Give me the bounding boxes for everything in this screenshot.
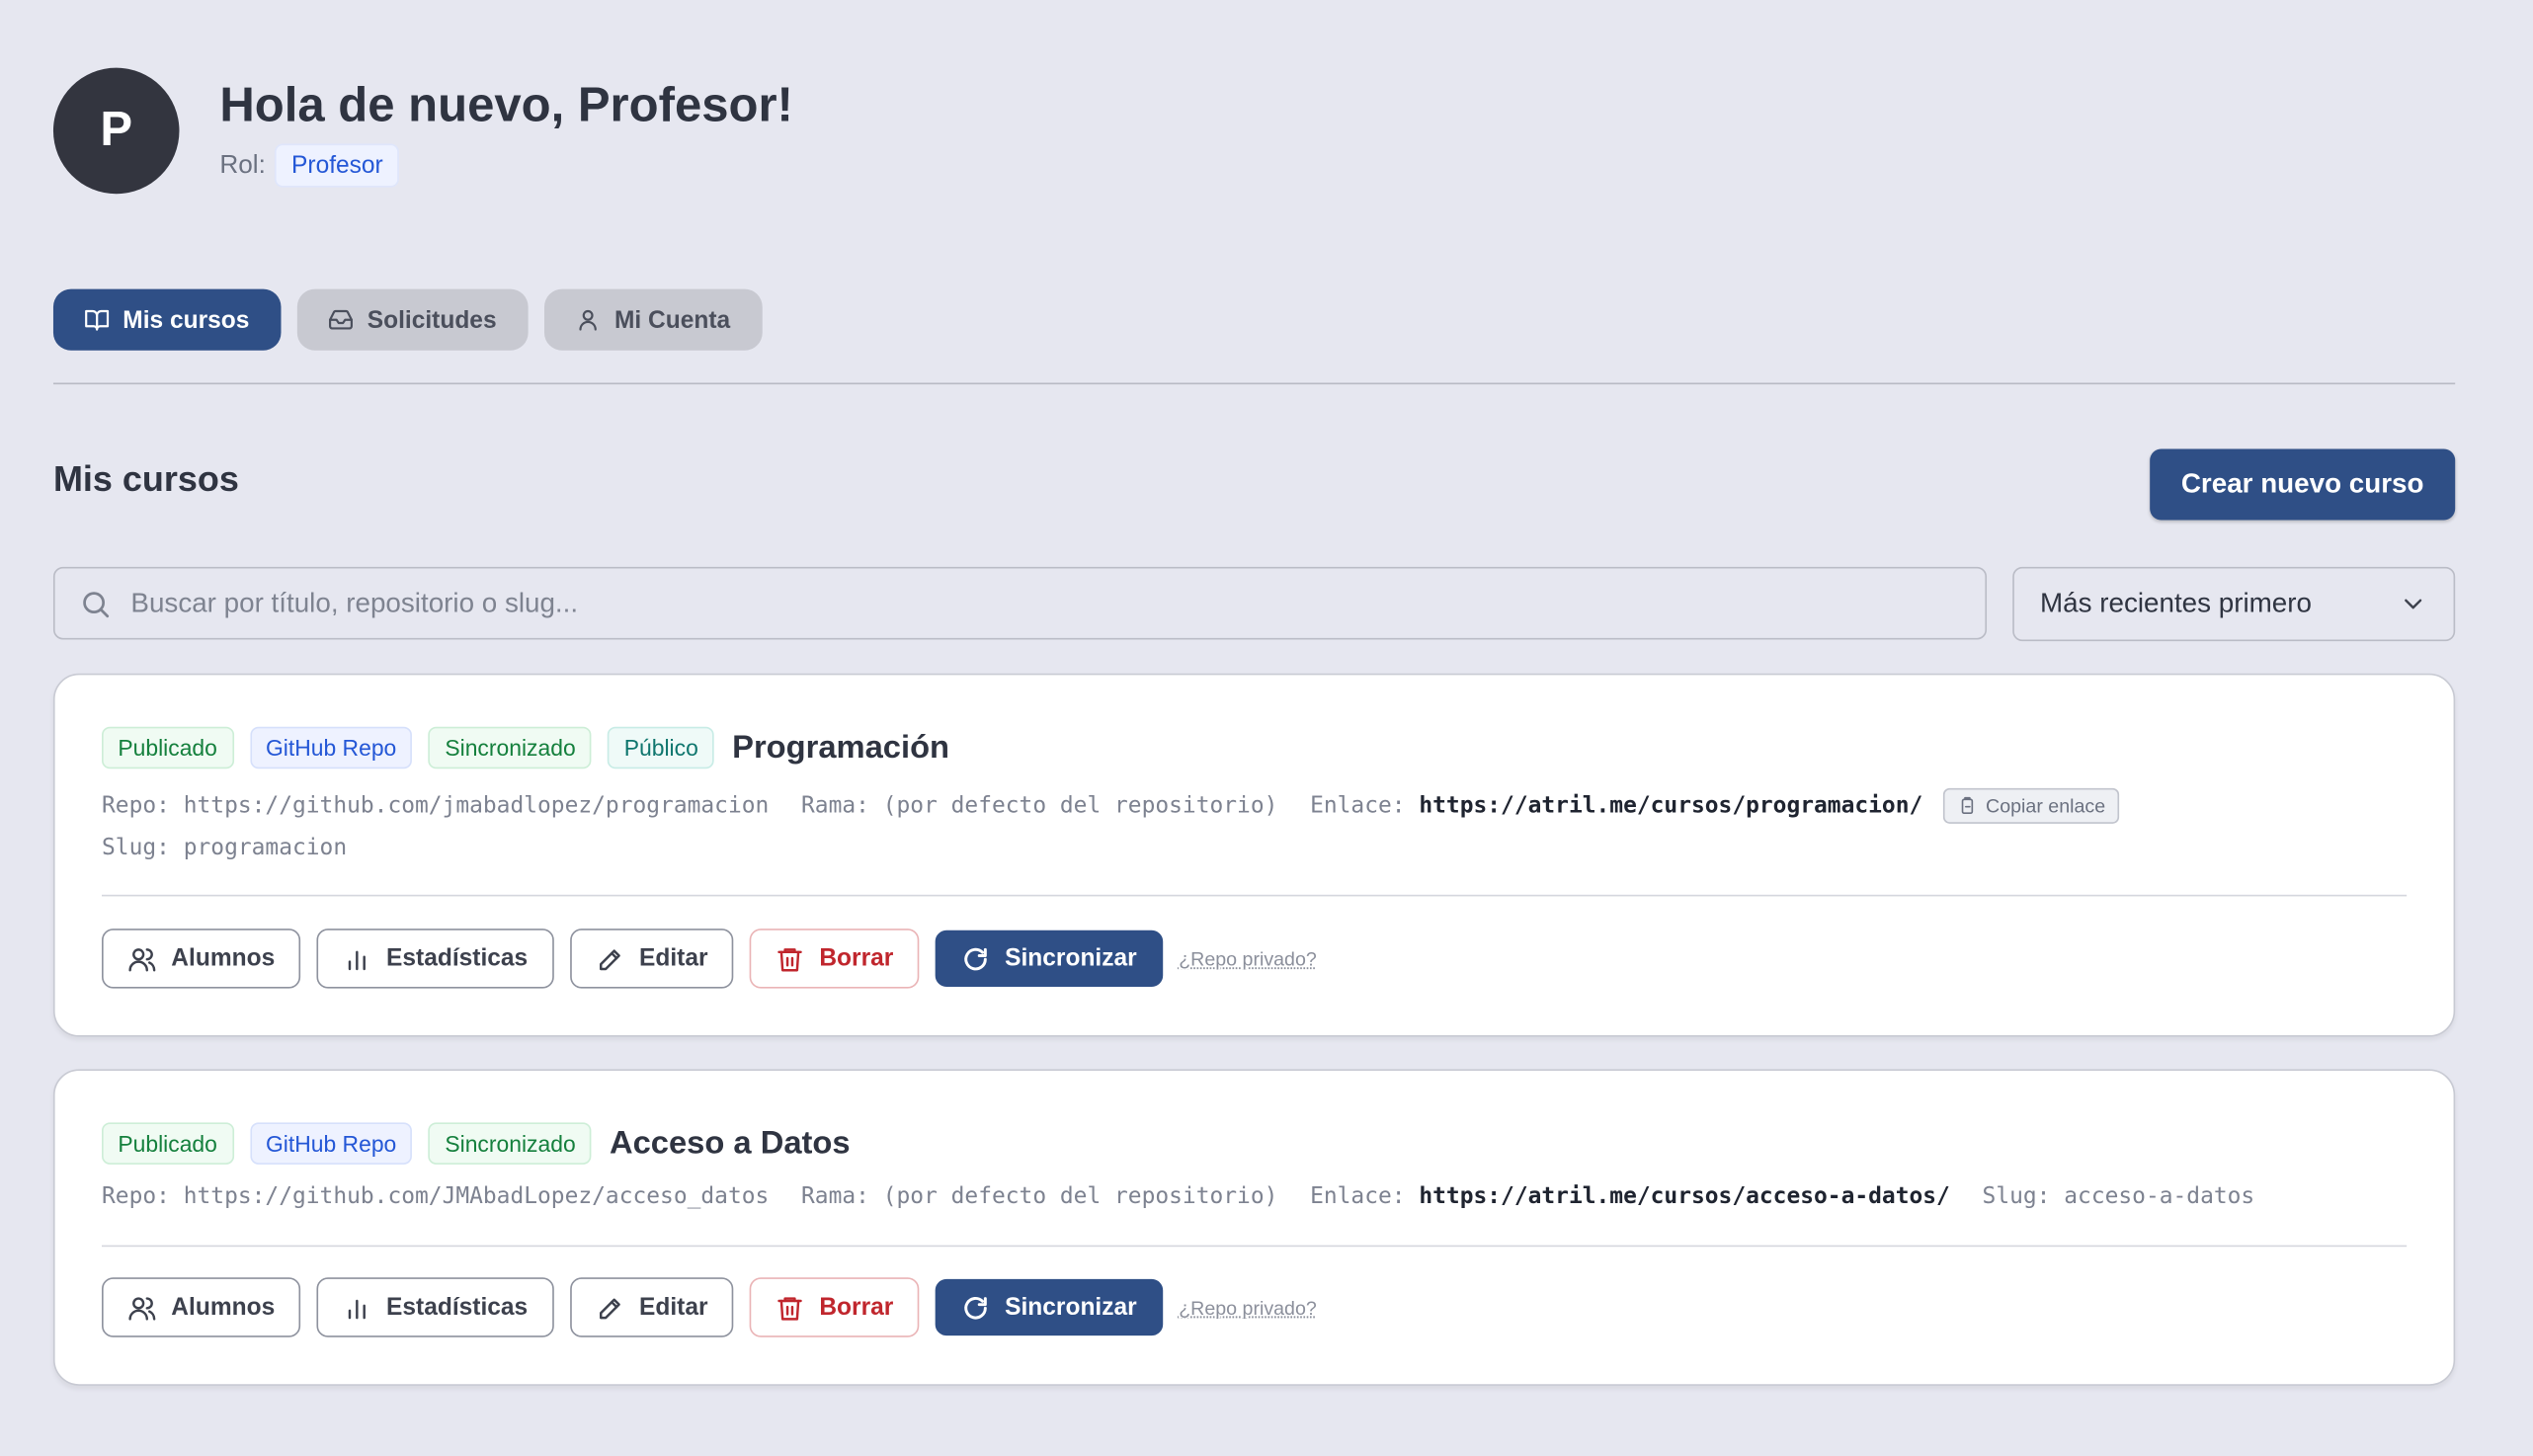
book-open-icon [85, 309, 110, 331]
users-icon [128, 1296, 156, 1320]
link-info: Enlace: https://atril.me/cursos/programa… [1310, 792, 1923, 819]
clipboard-icon [1962, 796, 1974, 815]
delete-button[interactable]: Borrar [750, 1277, 920, 1337]
repo-info: Repo: https://github.com/jmabadlopez/pro… [102, 792, 770, 819]
students-button[interactable]: Alumnos [102, 929, 301, 989]
link-info: Enlace: https://atril.me/cursos/acceso-a… [1310, 1183, 1950, 1210]
create-course-button[interactable]: Crear nuevo curso [2150, 448, 2456, 521]
avatar: P [52, 67, 180, 195]
course-link[interactable]: https://atril.me/cursos/programacion/ [1419, 793, 1922, 819]
course-meta: Repo: https://github.com/jmabadlopez/pro… [102, 787, 2120, 824]
search-icon [83, 591, 110, 617]
course-card-header: Publicado GitHub Repo Sincronizado Acces… [102, 1122, 851, 1165]
bar-chart-icon [349, 1298, 367, 1319]
students-button[interactable]: Alumnos [102, 1277, 301, 1337]
tab-label: Mi Cuenta [613, 305, 731, 334]
user-icon [580, 309, 598, 331]
repo-info: Repo: https://github.com/JMAbadLopez/acc… [102, 1183, 770, 1210]
private-repo-link[interactable]: ¿Repo privado? [1179, 947, 1317, 970]
status-badge: Publicado [102, 1122, 234, 1165]
inbox-icon [329, 309, 354, 330]
copy-link-button[interactable]: Copiar enlace [1943, 787, 2120, 824]
edit-button[interactable]: Editar [569, 1277, 734, 1337]
sync-badge: Sincronizado [428, 1122, 593, 1165]
trash-icon [777, 947, 803, 971]
course-title: Programación [732, 729, 950, 766]
tab-solicitudes[interactable]: Solicitudes [297, 288, 530, 351]
copy-link-label: Copiar enlace [1986, 794, 2106, 818]
page-greeting: Hola de nuevo, Profesor! [219, 79, 793, 133]
visibility-badge: Público [608, 726, 715, 769]
search-input[interactable] [127, 585, 1986, 621]
tab-label: Mis cursos [123, 305, 250, 334]
course-actions: Alumnos Estadísticas Editar Borrar Sincr… [102, 929, 1317, 989]
card-divider [102, 1245, 2408, 1248]
source-badge: GitHub Repo [249, 1122, 413, 1165]
edit-button[interactable]: Editar [569, 929, 734, 989]
branch-info: Rama: (por defecto del repositorio) [801, 792, 1278, 819]
sort-selected-value: Más recientes primero [2040, 588, 2312, 619]
course-meta: Repo: https://github.com/JMAbadLopez/acc… [102, 1183, 2254, 1209]
course-card-header: Publicado GitHub Repo Sincronizado Públi… [102, 726, 950, 769]
slug-line: Slug: programacion [102, 835, 347, 860]
pencil-icon [599, 948, 620, 970]
sync-badge: Sincronizado [428, 726, 593, 769]
course-title: Acceso a Datos [610, 1124, 851, 1161]
tabs-divider [52, 382, 2456, 385]
stats-button[interactable]: Estadísticas [316, 1277, 554, 1337]
users-icon [128, 947, 156, 971]
course-link[interactable]: https://atril.me/cursos/acceso-a-datos/ [1419, 1183, 1949, 1209]
tab-label: Solicitudes [367, 305, 497, 334]
tab-bar: Mis cursos Solicitudes Mi Cuenta [52, 288, 763, 351]
slug-info: Slug: programacion [102, 835, 348, 861]
slug-info: Slug: acceso-a-datos [1982, 1183, 2255, 1210]
role-label: Rol: [219, 150, 266, 179]
bar-chart-icon [349, 949, 367, 970]
private-repo-link[interactable]: ¿Repo privado? [1179, 1296, 1317, 1319]
status-badge: Publicado [102, 726, 234, 769]
section-title: Mis cursos [52, 458, 239, 500]
sync-button[interactable]: Sincronizar [935, 930, 1163, 987]
delete-button[interactable]: Borrar [750, 929, 920, 989]
refresh-icon [964, 1296, 987, 1319]
chevron-down-icon [2405, 599, 2422, 609]
refresh-icon [964, 946, 987, 970]
role-badge: Profesor [275, 143, 400, 188]
course-card: Publicado GitHub Repo Sincronizado Acces… [52, 1069, 2456, 1386]
card-divider [102, 894, 2408, 897]
search-box [52, 566, 1988, 640]
branch-info: Rama: (por defecto del repositorio) [801, 1183, 1278, 1210]
source-badge: GitHub Repo [249, 726, 413, 769]
tab-mis-cursos[interactable]: Mis cursos [52, 288, 283, 351]
sync-button[interactable]: Sincronizar [935, 1278, 1163, 1336]
stats-button[interactable]: Estadísticas [316, 929, 554, 989]
pencil-icon [599, 1297, 620, 1319]
course-actions: Alumnos Estadísticas Editar Borrar Sincr… [102, 1277, 1317, 1337]
tab-mi-cuenta[interactable]: Mi Cuenta [544, 288, 763, 351]
trash-icon [777, 1296, 803, 1320]
sort-select[interactable]: Más recientes primero [2012, 566, 2456, 642]
course-card: Publicado GitHub Repo Sincronizado Públi… [52, 673, 2456, 1037]
role-row: Rol: Profesor [219, 143, 400, 188]
